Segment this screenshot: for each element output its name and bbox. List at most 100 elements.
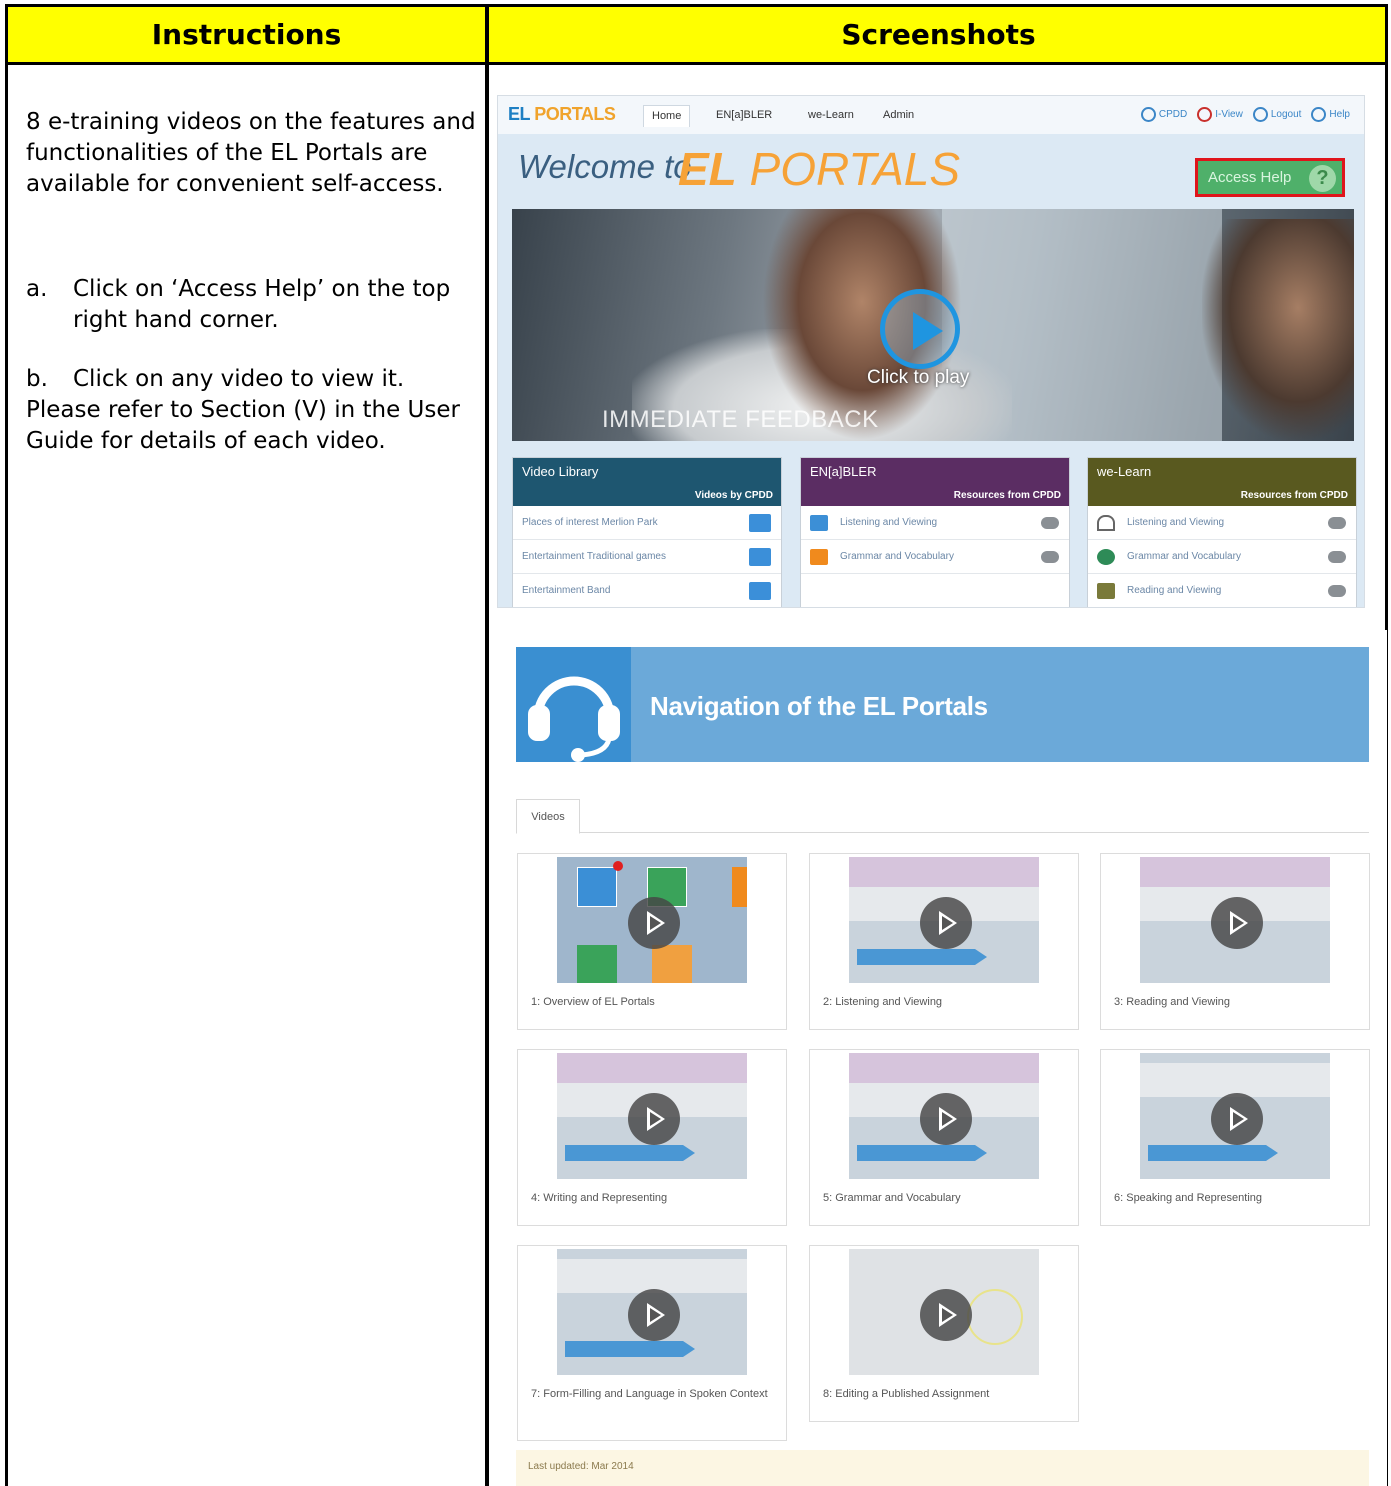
video-thumbnail [1140, 857, 1330, 983]
play-icon[interactable] [1211, 1093, 1263, 1145]
panel-header: EN[a]BLER Resources from CPDD [801, 458, 1069, 506]
hero-video[interactable]: Click to play IMMEDIATE FEEDBACK [512, 209, 1354, 441]
video-card[interactable]: 8: Editing a Published Assignment [809, 1245, 1079, 1422]
nav-tab-enabler[interactable]: EN[a]BLER [708, 105, 780, 127]
video-title: 3: Reading and Viewing [1114, 996, 1230, 1008]
video-icon [749, 547, 771, 566]
help-videos-screenshot: Navigation of the EL Portals Videos 1: O… [497, 630, 1387, 1486]
panel-row[interactable]: Listening and Viewing [1088, 506, 1356, 540]
globe-icon [1097, 548, 1115, 565]
panel-row[interactable]: Places of interest Merlion Park [513, 506, 781, 540]
portal-home-screenshot: EL PORTALS Home EN[a]BLER we-Learn Admin… [497, 95, 1365, 608]
video-title: 7: Form-Filling and Language in Spoken C… [531, 1388, 768, 1400]
video-card[interactable]: 2: Listening and Viewing [809, 853, 1079, 1030]
thumb-nav-band [849, 857, 1039, 887]
video-title: 4: Writing and Representing [531, 1192, 668, 1204]
video-icon [749, 581, 771, 600]
thumb-nav-band [557, 1053, 747, 1083]
video-title: 1: Overview of EL Portals [531, 996, 655, 1008]
we-learn-panel: we-Learn Resources from CPDD Listening an… [1087, 457, 1357, 607]
nav-tab-home[interactable]: Home [643, 105, 691, 127]
portal-top-links: CPDD I-View Logout Help [1140, 107, 1350, 122]
panel-row[interactable]: Reading and Viewing [1088, 574, 1356, 607]
play-icon[interactable] [628, 1093, 680, 1145]
portal-logo: EL PORTALS [508, 104, 616, 124]
nav-tab-admin[interactable]: Admin [875, 105, 922, 127]
table-header-row: Instructions Screenshots [8, 7, 1385, 65]
panel-row[interactable]: Grammar and Vocabulary [801, 540, 1069, 574]
cpdd-icon [1140, 107, 1156, 122]
video-title: 5: Grammar and Vocabulary [823, 1192, 961, 1204]
help-link[interactable]: Help [1311, 107, 1350, 122]
video-card[interactable]: 3: Reading and Viewing [1100, 853, 1370, 1030]
video-thumbnail [849, 1249, 1039, 1375]
video-title: 2: Listening and Viewing [823, 996, 943, 1008]
panel-row[interactable]: Entertainment Traditional games [513, 540, 781, 574]
click-to-play-label: Click to play [867, 367, 970, 388]
cursor-highlight [967, 1289, 1023, 1345]
count-badge [1328, 516, 1346, 529]
help-title: Navigation of the EL Portals [650, 691, 988, 721]
video-card[interactable]: 7: Form-Filling and Language in Spoken C… [517, 1245, 787, 1441]
play-icon[interactable] [920, 1289, 972, 1341]
tab-videos[interactable]: Videos [516, 799, 580, 834]
thumb-title-arrow [565, 1341, 695, 1357]
count-badge [1041, 550, 1059, 563]
video-thumbnail [1140, 1053, 1330, 1179]
video-thumbnail [557, 857, 747, 983]
video-thumbnail [849, 1053, 1039, 1179]
play-icon[interactable] [920, 1093, 972, 1145]
user-guide-note: Please refer to Section (V) in the User … [26, 397, 460, 454]
tile-edge [732, 867, 747, 907]
text-icon [652, 945, 692, 983]
count-badge [1328, 550, 1346, 563]
thumb-breadcrumb [557, 1259, 747, 1293]
play-icon[interactable] [628, 1289, 680, 1341]
panel-header: we-Learn Resources from CPDD [1088, 458, 1356, 506]
cpdd-link[interactable]: CPDD [1140, 107, 1187, 122]
instructions-cell: 8 e-training videos on the features and … [26, 107, 476, 457]
portal-topbar: EL PORTALS Home EN[a]BLER we-Learn Admin… [498, 96, 1364, 134]
nav-tab-we-learn[interactable]: we-Learn [800, 105, 862, 127]
step-text: Click on any video to view it. [73, 366, 405, 392]
welcome-brand: EL PORTALS [678, 143, 961, 195]
video-thumbnail [557, 1249, 747, 1375]
logout-link[interactable]: Logout [1252, 107, 1301, 122]
book-icon [1097, 582, 1115, 599]
video-title: 6: Speaking and Representing [1114, 1192, 1262, 1204]
panel-row[interactable] [801, 574, 1069, 607]
welcome-text: Welcome to [518, 148, 692, 185]
panel-row[interactable]: Listening and Viewing [801, 506, 1069, 540]
play-icon[interactable] [628, 897, 680, 949]
help-banner: Navigation of the EL Portals [516, 647, 1369, 762]
access-help-button[interactable]: Access Help ? [1195, 158, 1345, 197]
screenshots-heading: Screenshots [841, 18, 1036, 51]
panel-row[interactable]: Grammar and Vocabulary [1088, 540, 1356, 574]
headphones-icon [577, 867, 617, 907]
question-icon: ? [1309, 165, 1336, 192]
video-card[interactable]: 4: Writing and Representing [517, 1049, 787, 1226]
notification-dot [613, 861, 623, 871]
count-badge [1328, 584, 1346, 597]
headset-icon [516, 647, 631, 762]
iview-link[interactable]: I-View [1197, 107, 1243, 122]
video-card[interactable]: 6: Speaking and Representing [1100, 1049, 1370, 1226]
intro-text: 8 e-training videos on the features and … [26, 109, 476, 197]
thumb-nav-band [849, 1053, 1039, 1083]
thumb-title-arrow [565, 1145, 695, 1161]
column-divider [485, 7, 489, 1486]
play-icon[interactable] [920, 897, 972, 949]
thumb-title-arrow [857, 949, 987, 965]
help-icon [1311, 107, 1327, 122]
step-b: b. Click on any video to view it. [26, 364, 476, 395]
video-library-panel: Video Library Videos by CPDD Places of in… [512, 457, 782, 607]
step-label: a. [26, 276, 48, 302]
video-card[interactable]: 5: Grammar and Vocabulary [809, 1049, 1079, 1226]
text-icon [810, 548, 828, 565]
video-card[interactable]: 1: Overview of EL Portals [517, 853, 787, 1030]
play-icon[interactable] [880, 289, 960, 369]
play-icon[interactable] [1211, 897, 1263, 949]
headphones-icon [810, 514, 828, 531]
panel-row[interactable]: Entertainment Band [513, 574, 781, 607]
last-updated: Last updated: Mar 2014 [516, 1450, 1369, 1486]
